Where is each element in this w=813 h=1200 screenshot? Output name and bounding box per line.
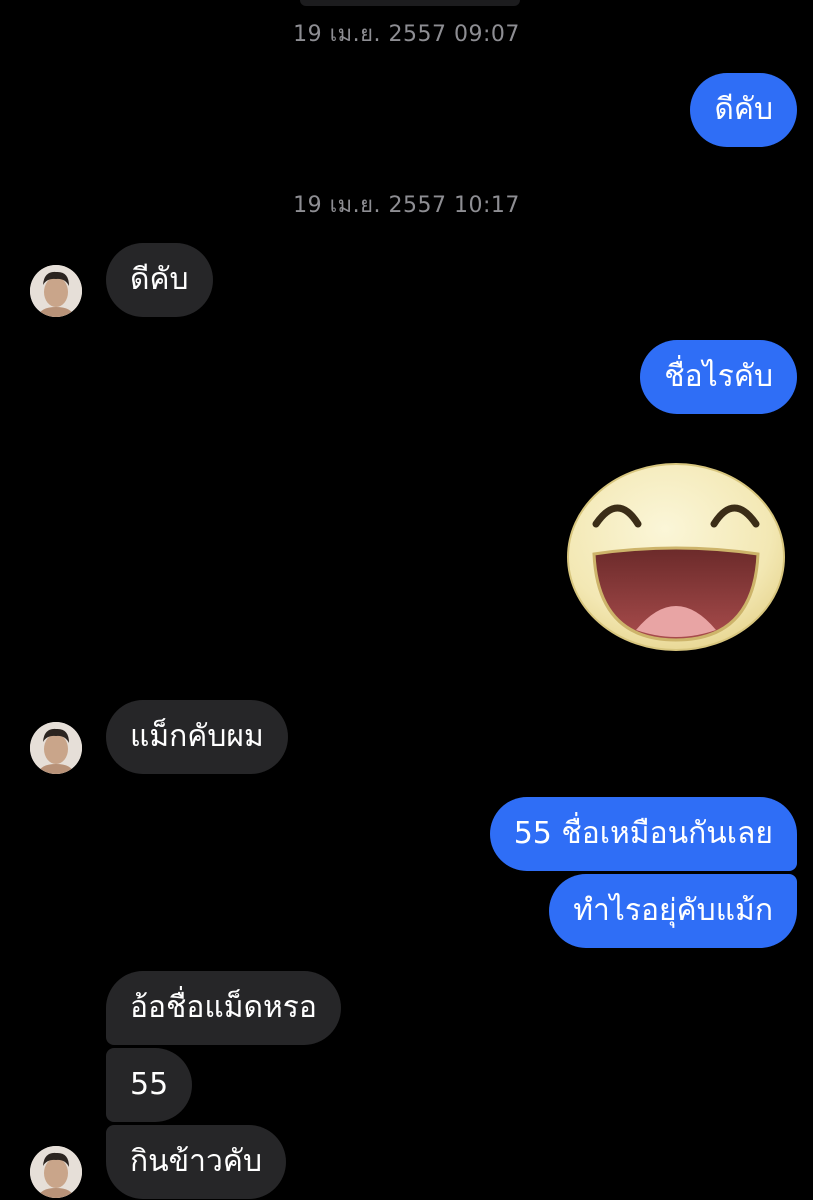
incoming-message[interactable]: 55 [106,1048,193,1122]
contact-avatar[interactable] [30,265,82,317]
outgoing-message[interactable]: ทำไรอยุ่คับแม้ก [549,874,797,948]
outgoing-message[interactable]: 55 ชื่อเหมือนกันเลย [489,797,797,871]
outgoing-message[interactable]: ชื่อไรคับ [640,340,797,414]
incoming-message[interactable]: แม็กคับผม [106,700,288,774]
timestamp: 19 เม.ย. 2557 10:17 [293,193,520,218]
contact-avatar[interactable] [30,722,82,774]
outgoing-message[interactable]: ดีคับ [690,73,797,147]
timestamp: 19 เม.ย. 2557 09:07 [293,22,520,47]
avatar-photo [30,265,82,317]
incoming-message[interactable]: อ้อชื่อแม็ดหรอ [106,971,341,1045]
incoming-message[interactable]: กินข้าวคับ [106,1125,286,1199]
avatar-photo [30,1146,82,1198]
contact-avatar[interactable] [30,1146,82,1198]
incoming-message[interactable]: ดีคับ [106,243,213,317]
avatar-photo [30,722,82,774]
laughing-face-sticker[interactable] [566,462,786,652]
top-edge-bar [300,0,520,6]
